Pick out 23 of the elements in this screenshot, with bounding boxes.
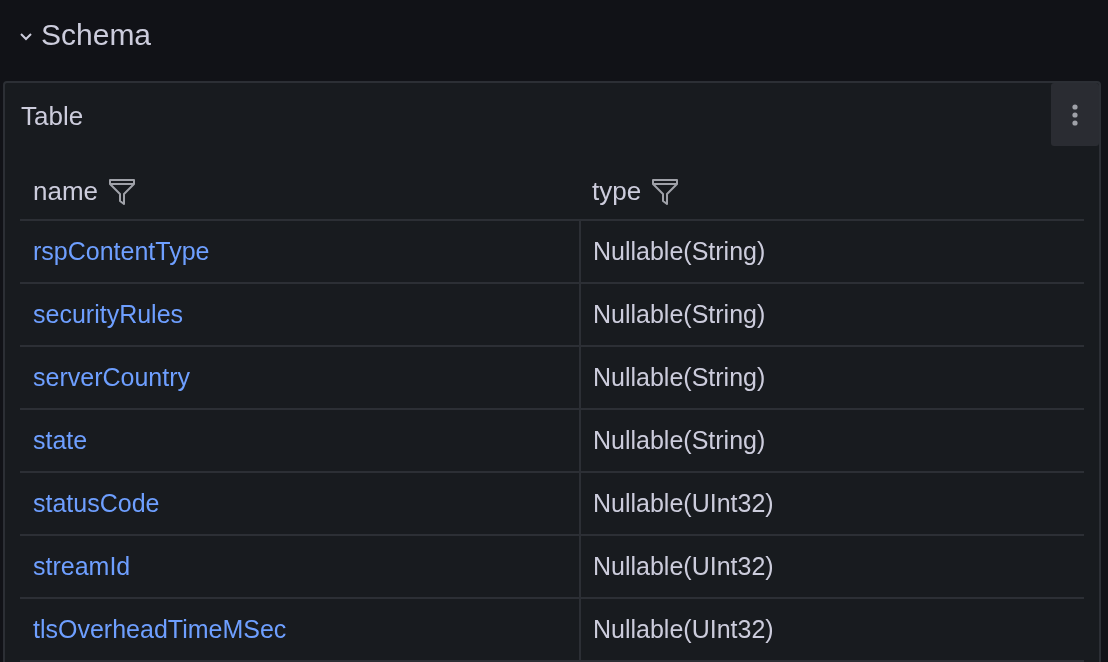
- name-link[interactable]: serverCountry: [33, 363, 190, 392]
- column-header[interactable]: type: [592, 175, 642, 207]
- filter-icon[interactable]: [651, 177, 680, 207]
- table-cell: Nullable(UInt32): [593, 615, 774, 644]
- table-cell: Nullable(String): [593, 363, 766, 392]
- name-link[interactable]: rspContentType: [33, 237, 210, 266]
- menu-button[interactable]: [1051, 83, 1099, 146]
- table-cell: Nullable(String): [593, 426, 766, 455]
- section-title[interactable]: Schema: [41, 17, 152, 53]
- name-link[interactable]: streamId: [33, 552, 131, 581]
- name-link[interactable]: tlsOverheadTimeMSec: [33, 615, 287, 644]
- column-header[interactable]: name: [33, 175, 99, 207]
- table-cell: Nullable(UInt32): [593, 552, 774, 581]
- chevron-icon[interactable]: [19, 32, 33, 42]
- filter-icon[interactable]: [108, 177, 137, 207]
- name-link[interactable]: state: [33, 426, 88, 455]
- more-icon: [1072, 102, 1078, 127]
- table-cell: Nullable(String): [593, 237, 766, 266]
- table-cell: Nullable(UInt32): [593, 489, 774, 518]
- name-link[interactable]: statusCode: [33, 489, 160, 518]
- name-link[interactable]: securityRules: [33, 300, 184, 329]
- table-cell: Nullable(String): [593, 300, 766, 329]
- panel-title: Table: [20, 100, 84, 132]
